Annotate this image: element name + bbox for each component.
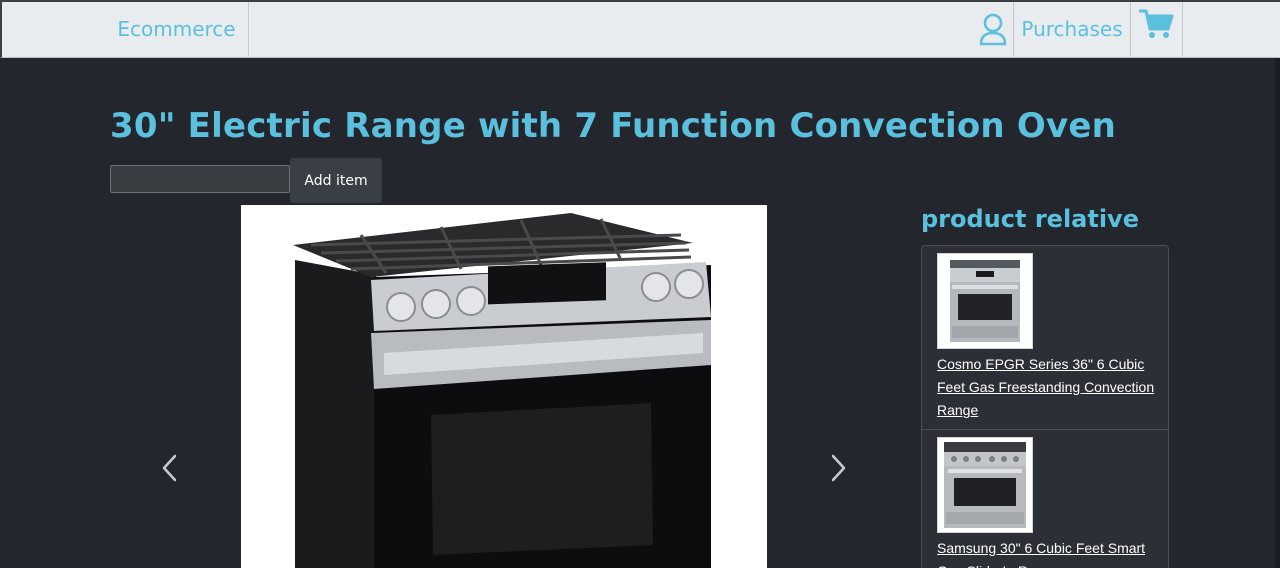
user-icon: [979, 13, 1006, 46]
related-item-link[interactable]: Samsung 30" 6 Cubic Feet Smart Gas Slide…: [937, 537, 1158, 568]
related-products-list: Cosmo EPGR Series 36" 6 Cubic Feet Gas F…: [921, 245, 1169, 568]
chevron-right-icon: [831, 454, 846, 482]
related-item-thumbnail[interactable]: [937, 437, 1033, 533]
range-image: [938, 438, 1032, 532]
purchases-link[interactable]: Purchases: [1014, 2, 1131, 56]
carousel-next-button[interactable]: [818, 448, 858, 488]
add-item-button[interactable]: Add item: [290, 158, 382, 203]
range-image: [938, 254, 1032, 348]
brand-link[interactable]: Ecommerce: [105, 2, 249, 56]
chevron-left-icon: [162, 454, 177, 482]
user-account-link[interactable]: [972, 2, 1014, 56]
product-image: [241, 205, 767, 568]
related-item-link[interactable]: Cosmo EPGR Series 36" 6 Cubic Feet Gas F…: [937, 353, 1158, 422]
related-products-heading: product relative: [921, 205, 1139, 233]
cart-link[interactable]: [1131, 2, 1183, 56]
scrollbar-edge: [1275, 58, 1280, 568]
related-item: Cosmo EPGR Series 36" 6 Cubic Feet Gas F…: [922, 246, 1168, 430]
product-title: 30" Electric Range with 7 Function Conve…: [110, 106, 1116, 146]
shopping-cart-icon: [1138, 9, 1173, 38]
carousel-prev-button[interactable]: [150, 448, 190, 488]
related-item-thumbnail[interactable]: [937, 253, 1033, 349]
quantity-input[interactable]: [110, 165, 290, 193]
navbar: Ecommerce Purchases: [0, 0, 1280, 58]
oven-image: [241, 205, 767, 568]
related-item: Samsung 30" 6 Cubic Feet Smart Gas Slide…: [922, 430, 1168, 568]
